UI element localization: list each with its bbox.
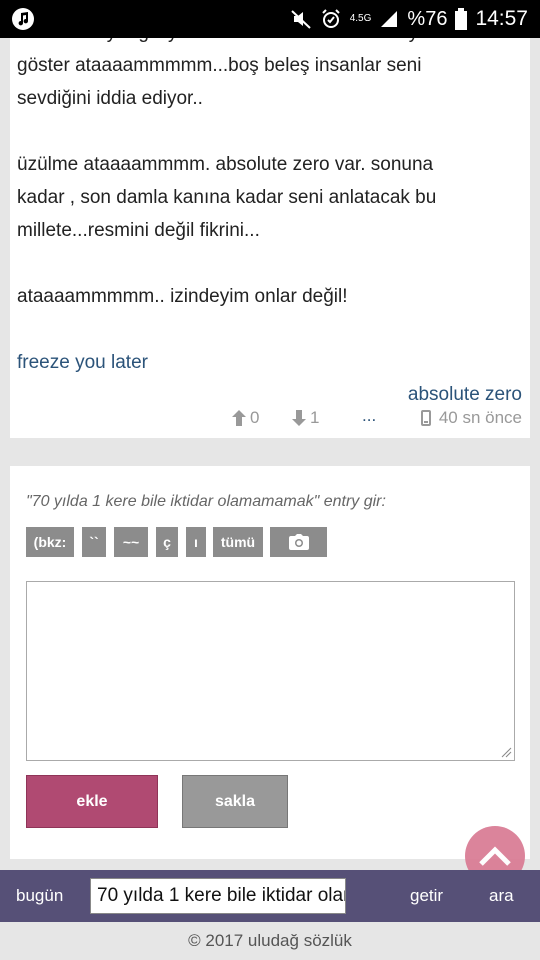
- compose-card: "70 yılda 1 kere bile iktidar olamamamak…: [10, 466, 530, 859]
- resize-grip-icon[interactable]: [500, 746, 512, 758]
- more-button[interactable]: ...: [362, 406, 376, 426]
- code-button[interactable]: ``: [82, 527, 106, 557]
- search-input[interactable]: 70 yılda 1 kere bile iktidar olamamamak: [90, 878, 346, 914]
- compose-prompt: "70 yılda 1 kere bile iktidar olamamamak…: [26, 493, 386, 510]
- status-bar: 4.5G %76 14:57: [0, 0, 540, 38]
- entry-line: kadar , son damla kanına kadar seni anla…: [17, 187, 437, 208]
- strike-button[interactable]: ~~: [114, 527, 148, 557]
- entry-card: atamm..duyar gibiyim kemiz sizlarini inc…: [10, 38, 530, 438]
- all-button[interactable]: tümü: [213, 527, 263, 557]
- arrow-down-icon: [292, 410, 306, 426]
- downvote-count: 1: [310, 408, 320, 427]
- entry-meta: 0 1 ... 40 sn önce: [10, 404, 530, 434]
- entry-line: sevdiğini iddia ediyor..: [17, 88, 203, 109]
- search-button[interactable]: ara: [489, 870, 514, 922]
- entry-textarea[interactable]: [26, 581, 515, 761]
- chevron-up-icon: [479, 846, 511, 866]
- arrow-up-icon: [232, 410, 246, 426]
- bkz-button[interactable]: (bkz:: [26, 527, 74, 557]
- entry-link[interactable]: freeze you later: [17, 352, 148, 374]
- entry-line: göster ataaaammmmm...boş beleş insanlar …: [17, 55, 422, 76]
- music-note-icon: [12, 8, 34, 30]
- time-ago: 40 sn önce: [438, 408, 522, 427]
- bottom-nav: bugün 70 yılda 1 kere bile iktidar olama…: [0, 870, 540, 922]
- fetch-button[interactable]: getir: [410, 870, 443, 922]
- entry-line: atamm..duyar gibiyim kemiz sizlarini inc…: [17, 38, 527, 49]
- dotless-i-button[interactable]: ı: [186, 527, 206, 557]
- upvote-button[interactable]: 0: [232, 408, 259, 428]
- entry-body: atamm..duyar gibiyim kemiz sizlarini inc…: [17, 38, 527, 313]
- entry-line: üzülme ataaaammmm. absolute zero var. so…: [17, 154, 434, 175]
- mobile-icon: [420, 410, 431, 426]
- c-cedilla-button[interactable]: ç: [156, 527, 178, 557]
- battery-percent: %76: [407, 7, 448, 30]
- entry-line: ataaaammmmm.. izindeyim onlar değil!: [17, 286, 348, 307]
- upvote-count: 0: [250, 408, 260, 427]
- footer-copyright: © 2017 uludağ sözlük: [188, 931, 352, 950]
- battery-icon: [455, 8, 468, 30]
- photo-button[interactable]: [270, 527, 327, 557]
- entry-line: millete...resmini değil fikrini...: [17, 220, 260, 241]
- clock: 14:57: [475, 7, 528, 30]
- status-icons: 4.5G %76 14:57: [290, 0, 528, 38]
- alarm-icon: [322, 9, 340, 28]
- submit-button[interactable]: ekle: [26, 775, 158, 828]
- camera-icon: [288, 534, 309, 550]
- network-type: 4.5G: [349, 13, 372, 24]
- author-link[interactable]: absolute zero: [408, 384, 522, 406]
- signal-icon: [381, 11, 398, 27]
- mute-icon: [291, 10, 311, 29]
- downvote-button[interactable]: 1: [292, 408, 319, 428]
- save-draft-button[interactable]: sakla: [182, 775, 288, 828]
- today-link[interactable]: bugün: [16, 870, 63, 922]
- entry-time: 40 sn önce: [420, 408, 522, 428]
